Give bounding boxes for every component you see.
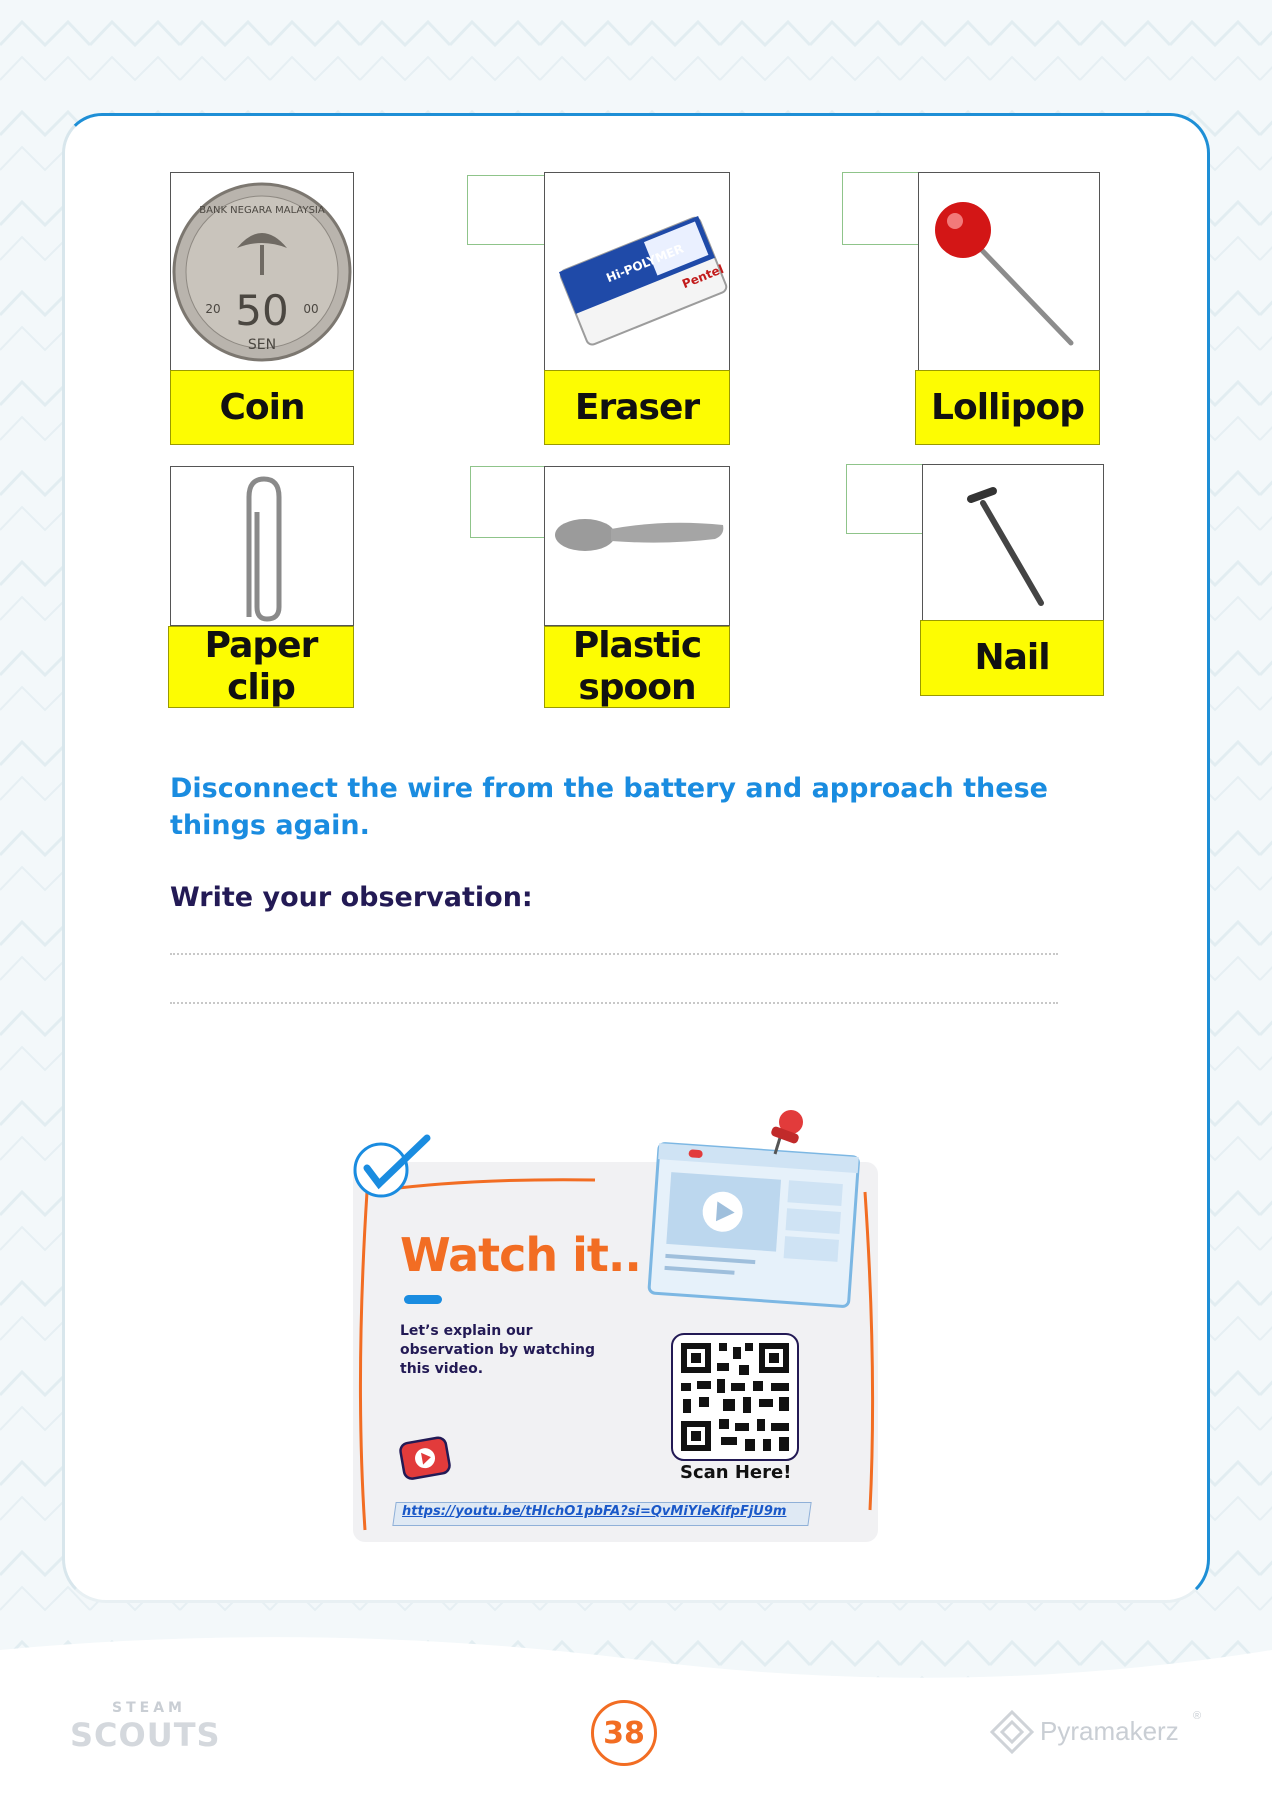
- item-label-paper-clip: Paper clip: [168, 625, 354, 708]
- play-video-icon[interactable]: [398, 1434, 454, 1482]
- watch-title: Watch it..: [400, 1228, 642, 1282]
- item-label-plastic-spoon: Plastic spoon: [544, 625, 730, 708]
- item-label-coin: Coin: [170, 370, 354, 445]
- video-link[interactable]: https://youtu.be/tHIchO1pbFA?si=QvMiYleK…: [402, 1504, 786, 1519]
- coin-value: 50: [235, 286, 288, 335]
- answer-line-2[interactable]: [170, 1002, 1058, 1004]
- coin-image: 50 SEN 20 00 BANK NEGARA MALAYSIA: [170, 172, 354, 372]
- answer-box-eraser[interactable]: [467, 175, 545, 245]
- pyramid-logo-icon: [990, 1710, 1034, 1754]
- answer-box-nail[interactable]: [846, 464, 924, 534]
- coin-unit: SEN: [248, 337, 276, 353]
- paper-clip-image: [170, 466, 354, 626]
- watch-description: Let’s explain our observation by watchin…: [400, 1323, 596, 1377]
- title-underline: [404, 1295, 442, 1304]
- answer-box-lollipop[interactable]: [842, 172, 920, 245]
- registered-mark: ®: [1193, 1710, 1202, 1722]
- item-label-nail: Nail: [920, 620, 1104, 696]
- nail-image: [922, 464, 1104, 622]
- video-browser-icon: [647, 1110, 860, 1308]
- plastic-spoon-image: [544, 466, 730, 626]
- logo-scouts-text: SCOUTS: [70, 1716, 221, 1754]
- instruction-text: Disconnect the wire from the battery and…: [170, 773, 1048, 841]
- pyramakerz-logo: Pyramakerz ®: [990, 1698, 1210, 1762]
- answer-box-plastic-spoon[interactable]: [470, 466, 548, 538]
- eraser-image: Hi-POLYMER Pentel: [544, 172, 730, 372]
- item-label-lollipop: Lollipop: [915, 370, 1100, 445]
- item-label-eraser: Eraser: [544, 370, 730, 445]
- scan-label: Scan Here!: [680, 1462, 792, 1483]
- pyramakerz-text: Pyramakerz: [1040, 1716, 1179, 1746]
- page-number: 38: [591, 1700, 657, 1766]
- logo-steam-text: STEAM: [112, 1700, 186, 1716]
- coin-year-left: 20: [205, 302, 220, 316]
- answer-line-1[interactable]: [170, 953, 1058, 955]
- lollipop-image: [918, 172, 1100, 372]
- qr-code[interactable]: [671, 1333, 799, 1461]
- steam-scouts-logo: STEAM SCOUTS: [70, 1700, 220, 1760]
- observation-prompt: Write your observation:: [170, 882, 533, 913]
- coin-inscription: BANK NEGARA MALAYSIA: [199, 205, 325, 216]
- coin-year-right: 00: [303, 302, 318, 316]
